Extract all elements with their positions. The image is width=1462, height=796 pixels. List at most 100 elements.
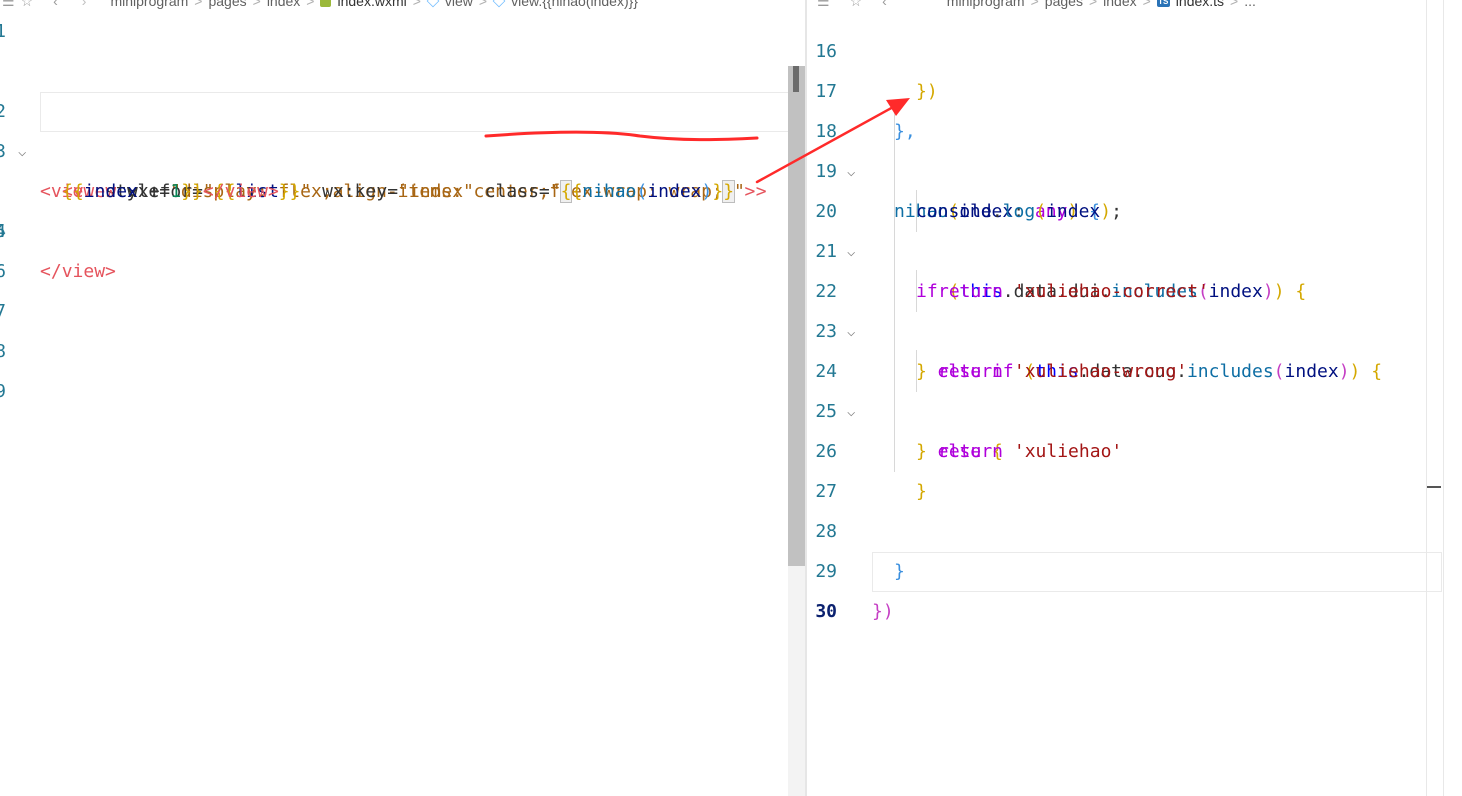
token: index <box>1284 361 1339 382</box>
token: ) <box>1338 361 1350 382</box>
token: log <box>1002 201 1036 222</box>
wxml-file-icon <box>320 0 332 7</box>
scrollbar-border <box>1426 0 1427 796</box>
breadcrumb-separator: > <box>252 0 261 9</box>
indent-guide <box>894 110 895 472</box>
code-line[interactable]: 23 return 'xuliehao-wrong' <box>807 272 1187 382</box>
breadcrumb-segment[interactable]: pages <box>208 0 246 10</box>
code-line[interactable]: 29 }) <box>807 512 893 622</box>
breadcrumb-segment[interactable]: view.{{nihao(index)}} <box>511 0 638 10</box>
code-line[interactable]: 30 <box>807 552 850 622</box>
breadcrumb-segment[interactable]: miniprogram <box>110 0 188 10</box>
token: }} <box>278 181 301 202</box>
token: } <box>916 441 927 462</box>
line-number: 9 <box>0 381 6 402</box>
line-number: 6 <box>0 261 6 282</box>
code-line[interactable]: 27 <box>807 432 850 502</box>
breadcrumb-segment[interactable]: miniprogram <box>947 0 1025 10</box>
token: " <box>734 181 745 202</box>
token: + <box>137 181 171 202</box>
line-number: 7 <box>0 301 6 322</box>
token: console <box>916 201 992 222</box>
token: includes <box>1186 361 1274 382</box>
breadcrumb-segment[interactable]: pages <box>1045 0 1083 10</box>
code-line[interactable]: 2 ⌵ <view style="display: flex;align-ite… <box>0 52 755 202</box>
code-line[interactable]: 19 console.log(index); <box>807 112 1122 222</box>
scrollbar-cursor-marker <box>1427 486 1441 488</box>
breadcrumb-segment[interactable]: index.ts <box>1176 0 1224 10</box>
token: ) <box>1273 281 1285 302</box>
code-line[interactable]: 22 ⌵ } else if (this.data.cuo.includes(i… <box>807 232 1382 382</box>
token: ) <box>1349 361 1361 382</box>
right-editor-pane: ☰ ☆ ‹ miniprogram > pages > index > TS i… <box>807 0 1462 796</box>
line-number: 5 <box>0 221 6 242</box>
token: ) <box>701 181 713 202</box>
breadcrumb-segment[interactable]: index <box>1103 0 1136 10</box>
breadcrumb-segment[interactable]: view <box>445 0 473 10</box>
token: index <box>83 181 138 202</box>
star-icon[interactable]: ☆ <box>850 0 863 10</box>
token: . <box>991 201 1003 222</box>
token: { <box>1284 281 1307 302</box>
token: " <box>300 181 312 202</box>
list-icon[interactable]: ☰ <box>2 0 15 10</box>
code-line-wrap[interactable]: {{index + 1}}</view> <box>0 132 279 202</box>
token: = <box>538 181 550 202</box>
breadcrumb-segment[interactable]: index <box>267 0 300 10</box>
back-icon[interactable]: ‹ <box>53 0 58 10</box>
code-line[interactable]: 20 ⌵ if (this.data.dui.includes(index)) … <box>807 152 1306 302</box>
token: ( <box>1273 361 1285 382</box>
scrollbar-track <box>788 566 805 796</box>
token: nihao <box>582 181 637 202</box>
token: {{ <box>62 181 84 202</box>
left-breadcrumb: ☰ ☆ ‹ › miniprogram > pages > index > in… <box>2 0 638 10</box>
token: 'xuliehao-correct' <box>1003 281 1209 302</box>
matched-bracket: } <box>722 180 736 203</box>
token: ) <box>1262 281 1274 302</box>
star-icon[interactable]: ☆ <box>21 0 34 10</box>
code-line[interactable]: 3 <view wx:for="{{list}}" wx:key="index"… <box>0 92 767 203</box>
token: ; <box>1111 201 1122 222</box>
code-line[interactable]: 4 </view> <box>0 172 116 282</box>
token: </ <box>40 261 62 282</box>
typescript-file-icon: TS <box>1156 0 1170 7</box>
breadcrumb-separator: > <box>306 0 315 9</box>
token: 'xuliehao-wrong' <box>1003 361 1188 382</box>
code-line[interactable]: 24 ⌵ } else { <box>807 312 1002 462</box>
left-editor-pane: ☰ ☆ ‹ › miniprogram > pages > index > in… <box>0 0 806 796</box>
back-icon[interactable]: ‹ <box>882 0 887 10</box>
token: = <box>387 181 399 202</box>
code-line[interactable]: 18 ⌵ nihao(index: any) { <box>807 72 1100 222</box>
code-line[interactable]: 26 } <box>807 392 927 502</box>
scrollbar-border <box>1443 0 1444 796</box>
breadcrumb-separator: > <box>1088 0 1098 9</box>
forward-icon[interactable]: › <box>82 0 87 10</box>
token: }) <box>916 81 938 102</box>
code-line[interactable]: 25 return 'xuliehao' <box>807 352 1122 462</box>
token: } <box>916 361 927 382</box>
token: }} <box>181 181 203 202</box>
token: 'xuliehao' <box>1003 441 1123 462</box>
token: ( <box>1035 201 1047 222</box>
breadcrumb-separator: > <box>412 0 421 9</box>
token: } <box>916 481 927 502</box>
current-line-highlight <box>40 92 802 132</box>
tag-name: view <box>61 261 106 282</box>
code-line[interactable]: 16 }) <box>807 0 937 102</box>
code-line[interactable]: 28 } <box>807 472 905 582</box>
current-line-highlight <box>872 552 1442 592</box>
breadcrumb-separator: > <box>478 0 488 9</box>
matched-bracket: { <box>559 180 573 203</box>
token: return <box>938 361 1004 382</box>
token: if <box>916 281 938 302</box>
attr-name: class <box>473 181 539 202</box>
tag-name: view <box>224 181 268 202</box>
vertical-scrollbar[interactable] <box>788 66 805 566</box>
token: " <box>549 181 561 202</box>
code-line[interactable]: 17 }, <box>807 32 915 142</box>
code-line[interactable]: 21 return 'xuliehao-correct' <box>807 192 1209 302</box>
breadcrumb-ellipsis[interactable]: ... <box>1244 0 1256 10</box>
breadcrumb-segment[interactable]: index.wxml <box>337 0 406 10</box>
token: return <box>938 281 1004 302</box>
view-cube-icon <box>426 0 440 8</box>
